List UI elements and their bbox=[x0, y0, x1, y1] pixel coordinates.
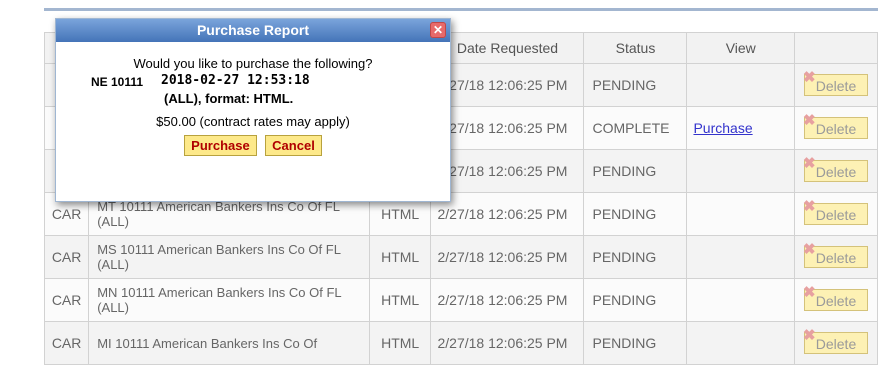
cell-action: ✖ Delete bbox=[794, 149, 878, 193]
cell-format: HTML bbox=[368, 278, 432, 322]
delete-button[interactable]: ✖ Delete bbox=[803, 69, 868, 96]
table-row: CAR MS 10111 American Bankers Ins Co Of … bbox=[43, 235, 878, 279]
cell-status: PENDING bbox=[583, 235, 688, 279]
column-header-view: View bbox=[686, 32, 796, 64]
delete-button[interactable]: ✖ Delete bbox=[803, 198, 868, 225]
description-text: MI 10111 American Bankers Ins Co Of bbox=[97, 335, 318, 351]
delete-x-icon: ✖ bbox=[803, 241, 816, 258]
purchase-report-dialog: Purchase Report ✕ Would you like to purc… bbox=[55, 18, 451, 202]
cell-status: PENDING bbox=[583, 149, 688, 193]
cell-type: CAR bbox=[43, 321, 90, 365]
cell-description: MN 10111 American Bankers Ins Co Of FL (… bbox=[88, 278, 370, 322]
report-timestamp: 2018-02-27 12:53:18 bbox=[161, 73, 310, 88]
delete-label: Delete bbox=[815, 207, 857, 223]
cell-status: PENDING bbox=[583, 321, 688, 365]
delete-label: Delete bbox=[815, 250, 857, 266]
report-format: (ALL), format: HTML. bbox=[164, 91, 294, 106]
cell-status: PENDING bbox=[583, 192, 688, 236]
cell-action: ✖ Delete bbox=[794, 192, 878, 236]
report-id: NE 10111 bbox=[91, 75, 144, 89]
table-row: CAR MI 10111 American Bankers Ins Co Of … bbox=[43, 321, 878, 365]
dialog-title: Purchase Report bbox=[196, 22, 310, 38]
cell-action: ✖ Delete bbox=[794, 278, 878, 322]
cell-status: COMPLETE bbox=[583, 106, 688, 150]
delete-button[interactable]: ✖ Delete bbox=[803, 284, 868, 311]
cell-view bbox=[686, 192, 796, 236]
cell-status: PENDING bbox=[583, 278, 688, 322]
dialog-question: Would you like to purchase the following… bbox=[133, 56, 373, 71]
cell-action: ✖ Delete bbox=[794, 106, 878, 150]
purchase-link[interactable]: Purchase bbox=[693, 120, 752, 136]
cell-description: MI 10111 American Bankers Ins Co Of bbox=[88, 321, 370, 365]
cell-view bbox=[686, 278, 796, 322]
cell-view: Purchase bbox=[686, 106, 796, 150]
delete-x-icon: ✖ bbox=[803, 327, 816, 344]
cell-date-requested: 2/27/18 12:06:25 PM bbox=[430, 278, 585, 322]
cell-date-requested: 2/27/18 12:06:25 PM bbox=[430, 192, 585, 236]
delete-label: Delete bbox=[815, 336, 857, 352]
cell-view bbox=[686, 63, 796, 107]
column-header-action bbox=[794, 32, 878, 64]
table-row: CAR MN 10111 American Bankers Ins Co Of … bbox=[43, 278, 878, 322]
cell-format: HTML bbox=[368, 321, 432, 365]
delete-button[interactable]: ✖ Delete bbox=[803, 327, 868, 354]
cell-date-requested: 2/27/18 12:06:25 PM bbox=[430, 149, 585, 193]
dialog-title-bar[interactable]: Purchase Report ✕ bbox=[56, 19, 450, 42]
description-text: MT 10111 American Bankers Ins Co Of FL (… bbox=[97, 199, 340, 229]
delete-label: Delete bbox=[815, 293, 857, 309]
delete-button[interactable]: ✖ Delete bbox=[803, 241, 868, 268]
cell-date-requested: 2/27/18 12:06:25 PM bbox=[430, 235, 585, 279]
column-header-status: Status bbox=[583, 32, 688, 64]
column-header-date-requested: Date Requested bbox=[430, 32, 585, 64]
delete-button[interactable]: ✖ Delete bbox=[803, 155, 868, 182]
delete-label: Delete bbox=[815, 78, 857, 94]
purchase-button[interactable]: Purchase bbox=[184, 135, 257, 156]
delete-x-icon: ✖ bbox=[803, 198, 816, 215]
delete-x-icon: ✖ bbox=[803, 284, 816, 301]
delete-x-icon: ✖ bbox=[803, 69, 816, 86]
cell-type: CAR bbox=[43, 235, 90, 279]
delete-label: Delete bbox=[815, 121, 857, 137]
cancel-button[interactable]: Cancel bbox=[265, 135, 322, 156]
dialog-button-row: Purchase Cancel bbox=[56, 135, 450, 156]
close-icon[interactable]: ✕ bbox=[430, 22, 446, 38]
cell-view bbox=[686, 149, 796, 193]
description-text: MS 10111 American Bankers Ins Co Of FL (… bbox=[97, 242, 341, 272]
cell-action: ✖ Delete bbox=[794, 63, 878, 107]
cell-action: ✖ Delete bbox=[794, 321, 878, 365]
delete-x-icon: ✖ bbox=[803, 155, 816, 172]
cell-view bbox=[686, 235, 796, 279]
cell-date-requested: 2/27/18 12:06:25 PM bbox=[430, 63, 585, 107]
cell-status: PENDING bbox=[583, 63, 688, 107]
delete-x-icon: ✖ bbox=[803, 112, 816, 129]
cell-action: ✖ Delete bbox=[794, 235, 878, 279]
cell-date-requested: 2/27/18 12:06:25 PM bbox=[430, 321, 585, 365]
cell-date-requested: 2/27/18 12:06:25 PM bbox=[430, 106, 585, 150]
report-price: $50.00 (contract rates may apply) bbox=[156, 114, 350, 129]
delete-button[interactable]: ✖ Delete bbox=[803, 112, 868, 139]
delete-label: Delete bbox=[815, 164, 857, 180]
cell-description: MS 10111 American Bankers Ins Co Of FL (… bbox=[88, 235, 370, 279]
cell-format: HTML bbox=[368, 235, 432, 279]
cell-view bbox=[686, 321, 796, 365]
cell-type: CAR bbox=[43, 278, 90, 322]
description-text: MN 10111 American Bankers Ins Co Of FL (… bbox=[97, 285, 342, 315]
